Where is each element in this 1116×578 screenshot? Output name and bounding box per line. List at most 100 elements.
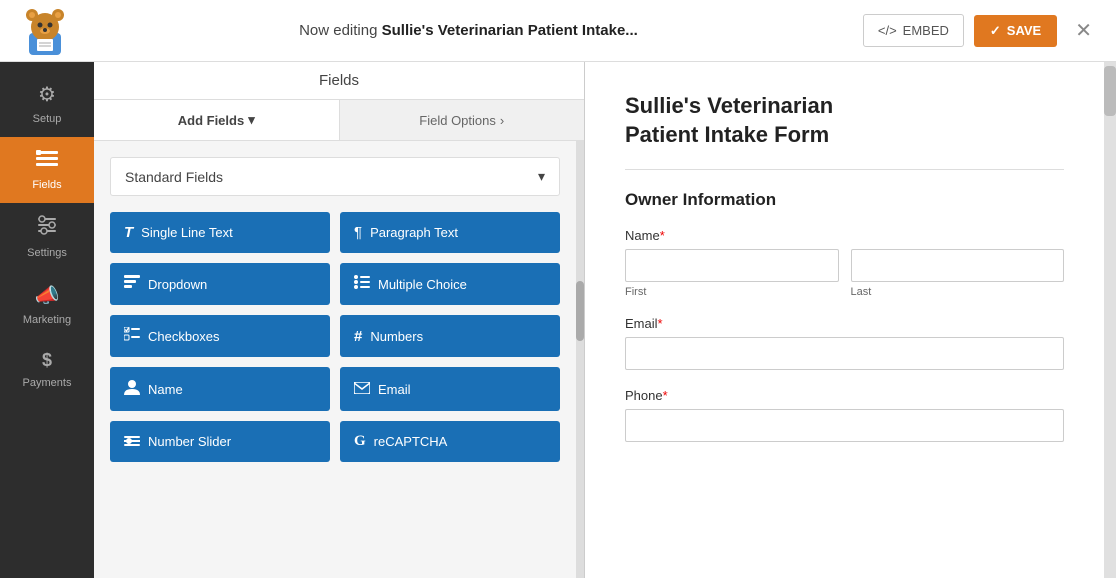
field-btn-recaptcha[interactable]: G reCAPTCHA xyxy=(340,421,560,462)
sidebar-label-fields: Fields xyxy=(32,179,61,191)
name-first-input[interactable] xyxy=(625,249,839,282)
panel-scroll-thumb xyxy=(576,281,584,341)
name-icon xyxy=(124,379,140,399)
sidebar-item-settings[interactable]: Settings xyxy=(0,203,94,271)
dropdown-label: Dropdown xyxy=(148,277,207,292)
form-preview-container: Sullie's VeterinarianPatient Intake Form… xyxy=(584,62,1116,578)
sidebar-item-marketing[interactable]: 📣 Marketing xyxy=(0,271,94,338)
field-options-chevron: › xyxy=(500,113,504,128)
field-btn-dropdown[interactable]: Dropdown xyxy=(110,263,330,305)
sidebar-label-settings: Settings xyxy=(27,247,67,259)
numbers-label: Numbers xyxy=(370,329,423,344)
sidebar-item-payments[interactable]: $ Payments xyxy=(0,338,94,401)
section-owner-info-label: Owner Information xyxy=(625,190,1064,210)
check-icon: ✓ xyxy=(990,23,1001,39)
recaptcha-icon: G xyxy=(354,433,366,450)
phone-field-label: Phone* xyxy=(625,388,1064,403)
numbers-icon: # xyxy=(354,328,362,345)
bear-icon xyxy=(19,5,71,57)
panel-scrollbar[interactable] xyxy=(576,141,584,578)
settings-icon xyxy=(37,215,57,241)
name-last-col: Last xyxy=(851,249,1065,298)
email-input[interactable] xyxy=(625,337,1064,370)
sidebar: ⚙ Setup Fields xyxy=(0,62,94,578)
marketing-icon: 📣 xyxy=(35,283,60,308)
field-btn-paragraph-text[interactable]: ¶ Paragraph Text xyxy=(340,212,560,253)
form-divider xyxy=(625,169,1064,170)
paragraph-text-label: Paragraph Text xyxy=(370,225,458,240)
top-bar: Now editing Sullie's Veterinarian Patien… xyxy=(0,0,1116,62)
email-field-label: Email* xyxy=(625,316,1064,331)
email-icon xyxy=(354,381,370,398)
tab-add-fields[interactable]: Add Fields ▾ xyxy=(94,100,340,140)
name-row: First Last xyxy=(625,249,1064,298)
name-field-label: Name* xyxy=(625,228,1064,243)
field-group-email: Email* xyxy=(625,316,1064,370)
form-name: Sullie's Veterinarian Patient Intake... xyxy=(382,22,638,39)
field-options-label: Field Options xyxy=(419,113,496,128)
field-btn-checkboxes[interactable]: Checkboxes xyxy=(110,315,330,357)
section-dropdown-label: Standard Fields xyxy=(125,169,223,185)
sidebar-label-payments: Payments xyxy=(23,377,72,389)
field-btn-multiple-choice[interactable]: Multiple Choice xyxy=(340,263,560,305)
form-preview: Sullie's VeterinarianPatient Intake Form… xyxy=(584,62,1104,578)
checkboxes-label: Checkboxes xyxy=(148,329,220,344)
paragraph-text-icon: ¶ xyxy=(354,224,362,241)
single-line-text-label: Single Line Text xyxy=(141,225,233,240)
field-btn-number-slider[interactable]: Number Slider xyxy=(110,421,330,462)
name-required-asterisk: * xyxy=(660,228,665,243)
email-required-asterisk: * xyxy=(658,316,663,331)
form-title: Sullie's VeterinarianPatient Intake Form xyxy=(625,92,1064,149)
number-slider-icon xyxy=(124,433,140,450)
recaptcha-label: reCAPTCHA xyxy=(374,434,448,449)
sidebar-item-fields[interactable]: Fields xyxy=(0,137,94,203)
fields-scroll: Standard Fields ▾ T Single Line Text ¶ P… xyxy=(94,141,576,578)
embed-button[interactable]: </> EMBED xyxy=(863,14,964,47)
field-group-name: Name* First Last xyxy=(625,228,1064,298)
section-dropdown-chevron: ▾ xyxy=(538,168,545,185)
panel-title: Fields xyxy=(319,72,359,89)
phone-required-asterisk: * xyxy=(663,388,668,403)
number-slider-label: Number Slider xyxy=(148,434,231,449)
add-fields-chevron: ▾ xyxy=(248,112,255,128)
standard-fields-dropdown[interactable]: Standard Fields ▾ xyxy=(110,157,560,196)
email-label: Email xyxy=(378,382,411,397)
editing-title: Now editing Sullie's Veterinarian Patien… xyxy=(74,22,863,39)
add-fields-label: Add Fields xyxy=(178,113,244,128)
field-btn-email[interactable]: Email xyxy=(340,367,560,411)
sidebar-item-setup[interactable]: ⚙ Setup xyxy=(0,70,94,137)
multiple-choice-icon xyxy=(354,275,370,293)
field-btn-name[interactable]: Name xyxy=(110,367,330,411)
top-bar-actions: </> EMBED ✓ SAVE ✕ xyxy=(863,14,1100,47)
name-first-col: First xyxy=(625,249,839,298)
sidebar-label-setup: Setup xyxy=(33,113,62,125)
panel-tabs: Add Fields ▾ Field Options › xyxy=(94,100,584,141)
embed-icon: </> xyxy=(878,23,897,38)
field-btn-single-line-text[interactable]: T Single Line Text xyxy=(110,212,330,253)
payments-icon: $ xyxy=(42,350,52,371)
field-group-phone: Phone* xyxy=(625,388,1064,442)
dropdown-icon xyxy=(124,275,140,293)
tab-field-options[interactable]: Field Options › xyxy=(340,100,585,140)
name-last-sublabel: Last xyxy=(851,286,1065,298)
gear-icon: ⚙ xyxy=(38,82,56,107)
sidebar-label-marketing: Marketing xyxy=(23,314,71,326)
phone-input[interactable] xyxy=(625,409,1064,442)
name-last-input[interactable] xyxy=(851,249,1065,282)
save-button[interactable]: ✓ SAVE xyxy=(974,15,1057,47)
field-btn-numbers[interactable]: # Numbers xyxy=(340,315,560,357)
multiple-choice-label: Multiple Choice xyxy=(378,277,467,292)
name-first-sublabel: First xyxy=(625,286,839,298)
editing-label: Now editing xyxy=(299,22,377,39)
main-layout: ⚙ Setup Fields xyxy=(0,62,1116,578)
form-preview-scrollbar[interactable] xyxy=(1104,62,1116,578)
embed-label: EMBED xyxy=(903,23,949,38)
fields-panel: Fields Add Fields ▾ Field Options › Stan… xyxy=(94,62,584,578)
single-line-text-icon: T xyxy=(124,224,133,241)
fields-grid: T Single Line Text ¶ Paragraph Text xyxy=(110,212,560,462)
fields-panel-header: Fields xyxy=(94,62,584,100)
close-icon: ✕ xyxy=(1075,20,1092,42)
close-button[interactable]: ✕ xyxy=(1067,14,1100,47)
checkboxes-icon xyxy=(124,327,140,345)
name-label: Name xyxy=(148,382,183,397)
